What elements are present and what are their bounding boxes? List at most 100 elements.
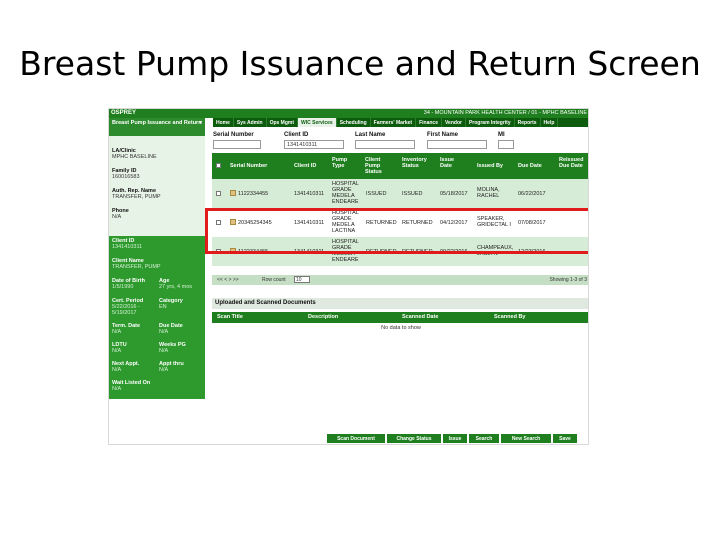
age-value: 27 yrs, 4 mos xyxy=(159,284,193,290)
auth-rep-field: Auth. Rep. Name TRANSFER, PUMP xyxy=(112,188,161,200)
documents-header: Scan Title Description Scanned Date Scan… xyxy=(212,312,588,323)
due-date-field: Due Date N/A xyxy=(159,323,183,335)
col-reissued-due-date[interactable]: Reissued Due Date xyxy=(559,157,588,169)
category-value: EN xyxy=(159,304,167,310)
new-search-button[interactable]: New Search xyxy=(501,434,551,443)
nav-finance[interactable]: Finance xyxy=(416,118,442,127)
col-scanned-by[interactable]: Scanned By xyxy=(494,314,525,320)
col-issue-date[interactable]: Issue Date xyxy=(440,157,462,169)
action-buttons: Scan Document Change Status Issue Search… xyxy=(327,434,588,443)
table-row[interactable]: 1122334455 1341410311 HOSPITAL GRADE MED… xyxy=(212,179,588,208)
slide: Breast Pump Issuance and Return Screen O… xyxy=(0,0,720,540)
nav-vendor[interactable]: Vendor xyxy=(442,118,466,127)
ldtu-field: LDTU N/A xyxy=(112,342,127,354)
nav-scheduling[interactable]: Scheduling xyxy=(337,118,371,127)
sidebar-header[interactable]: Breast Pump Issuance and Return ▾ xyxy=(109,118,205,136)
app-logo: OSPREY xyxy=(111,110,137,116)
client-sidebar: Breast Pump Issuance and Return ▾ LA/Cli… xyxy=(109,118,205,399)
col-client-pump-status[interactable]: Client Pump Status xyxy=(365,157,393,175)
col-pump-type[interactable]: Pump Type xyxy=(332,157,358,169)
row-checkbox[interactable] xyxy=(216,191,221,196)
select-all-checkbox[interactable] xyxy=(216,163,221,168)
grid-pager: << < > >> Row count 10 Showing 1-3 of 3 xyxy=(212,275,588,285)
pump-grid: Serial Number Client ID Pump Type Client… xyxy=(212,153,588,266)
nav-sys-admin[interactable]: Sys Admin xyxy=(234,118,267,127)
nav-farmers-market[interactable]: Farmers' Market xyxy=(371,118,417,127)
cell-serial[interactable]: 1122334455 xyxy=(238,191,268,197)
chevron-down-icon[interactable]: ▾ xyxy=(199,120,202,126)
family-id-value: 160016583 xyxy=(112,174,140,180)
nav-wic-services[interactable]: WIC Services xyxy=(298,118,337,127)
weeks-pg-value: N/A xyxy=(159,348,169,354)
due-date-value: N/A xyxy=(159,329,169,335)
cell-inventory: ISSUED xyxy=(402,191,423,197)
first-name-label: First Name xyxy=(427,132,459,138)
appt-thru-value: N/A xyxy=(159,367,169,373)
last-name-input[interactable] xyxy=(355,140,415,149)
client-id-value: 1341410311 xyxy=(112,244,143,250)
wait-listed-value: N/A xyxy=(112,386,122,392)
cell-pump-type: HOSPITAL GRADE MEDELA ENDEARE xyxy=(332,181,359,205)
client-id-search-label: Client ID xyxy=(284,132,309,138)
client-id-field: Client ID 1341410311 xyxy=(112,238,142,250)
client-name-field: Client Name TRANSFER, PUMP xyxy=(112,258,161,270)
col-serial-number[interactable]: Serial Number xyxy=(230,163,267,169)
edit-pencil-icon[interactable] xyxy=(230,190,236,196)
client-name-value: TRANSFER, PUMP xyxy=(112,264,161,270)
nav-help[interactable]: Help xyxy=(541,118,559,127)
cell-client-id: 1341410311 xyxy=(294,191,325,197)
nav-reports[interactable]: Reports xyxy=(515,118,541,127)
cert-period-field: Cert. Period 5/22/2016 - 5/19/2017 xyxy=(112,298,158,316)
family-id-field: Family ID 160016583 xyxy=(112,168,140,180)
save-button[interactable]: Save xyxy=(553,434,577,443)
la-clinic-field: LA/Clinic MPHC BASELINE xyxy=(112,148,157,160)
cell-issued-by: MOLINA, RACHEL xyxy=(477,187,500,199)
dob-value: 1/5/1990 xyxy=(112,284,134,290)
category-field: Category EN xyxy=(159,298,183,310)
highlight-box xyxy=(205,208,588,254)
col-due-date[interactable]: Due Date xyxy=(518,163,542,169)
phone-value: N/A xyxy=(112,214,122,220)
issue-button[interactable]: Issue xyxy=(443,434,467,443)
col-client-id[interactable]: Client ID xyxy=(294,163,316,169)
term-date-field: Term. Date N/A xyxy=(112,323,140,335)
col-scan-title[interactable]: Scan Title xyxy=(217,314,243,320)
row-count-select[interactable]: 10 xyxy=(294,276,310,283)
search-button[interactable]: Search xyxy=(469,434,499,443)
cell-client-status: ISSUED xyxy=(366,191,387,197)
age-field: Age 27 yrs, 4 mos xyxy=(159,278,192,290)
cert-period-value: 5/22/2016 - 5/19/2017 xyxy=(112,304,140,316)
nav-ops-mgmt[interactable]: Ops Mgmt xyxy=(267,118,299,127)
col-issued-by[interactable]: Issued By xyxy=(477,163,503,169)
mi-label: MI xyxy=(498,132,505,138)
serial-number-input[interactable] xyxy=(213,140,261,149)
change-status-button[interactable]: Change Status xyxy=(387,434,441,443)
grid-header: Serial Number Client ID Pump Type Client… xyxy=(212,153,588,179)
scan-document-button[interactable]: Scan Document xyxy=(327,434,385,443)
slide-title: Breast Pump Issuance and Return Screen xyxy=(19,44,701,83)
serial-number-label: Serial Number xyxy=(213,132,254,138)
next-appt-field: Next Appt. N/A xyxy=(112,361,139,373)
clinic-title: 34 - MOUNTAIN PARK HEALTH CENTER / 01 - … xyxy=(423,110,587,116)
mi-input[interactable] xyxy=(498,140,514,149)
appt-thru-field: Appt thru N/A xyxy=(159,361,184,373)
dob-field: Date of Birth 1/5/1990 xyxy=(112,278,145,290)
nav-home[interactable]: Home xyxy=(213,118,234,127)
wait-listed-field: Wait Listed On N/A xyxy=(112,380,150,392)
col-inventory-status[interactable]: Inventory Status xyxy=(402,157,436,169)
nav-program-integrity[interactable]: Program Integrity xyxy=(466,118,515,127)
first-name-input[interactable] xyxy=(427,140,487,149)
app-header: OSPREY 34 - MOUNTAIN PARK HEALTH CENTER … xyxy=(109,109,588,118)
auth-rep-value: TRANSFER, PUMP xyxy=(112,194,161,200)
col-description[interactable]: Description xyxy=(308,314,338,320)
la-clinic-value: MPHC BASELINE xyxy=(112,154,157,160)
cell-due-date: 06/22/2017 xyxy=(518,191,546,197)
last-name-label: Last Name xyxy=(355,132,386,138)
main-nav: Home Sys Admin Ops Mgmt WIC Services Sch… xyxy=(213,118,588,127)
pager-controls[interactable]: << < > >> xyxy=(217,277,239,283)
client-details-panel: Client ID 1341410311 Client Name TRANSFE… xyxy=(109,236,205,399)
col-scanned-date[interactable]: Scanned Date xyxy=(402,314,438,320)
app-screenshot: OSPREY 34 - MOUNTAIN PARK HEALTH CENTER … xyxy=(108,108,589,445)
term-date-value: N/A xyxy=(112,329,122,335)
client-id-input[interactable]: 1341410311 xyxy=(284,140,344,149)
